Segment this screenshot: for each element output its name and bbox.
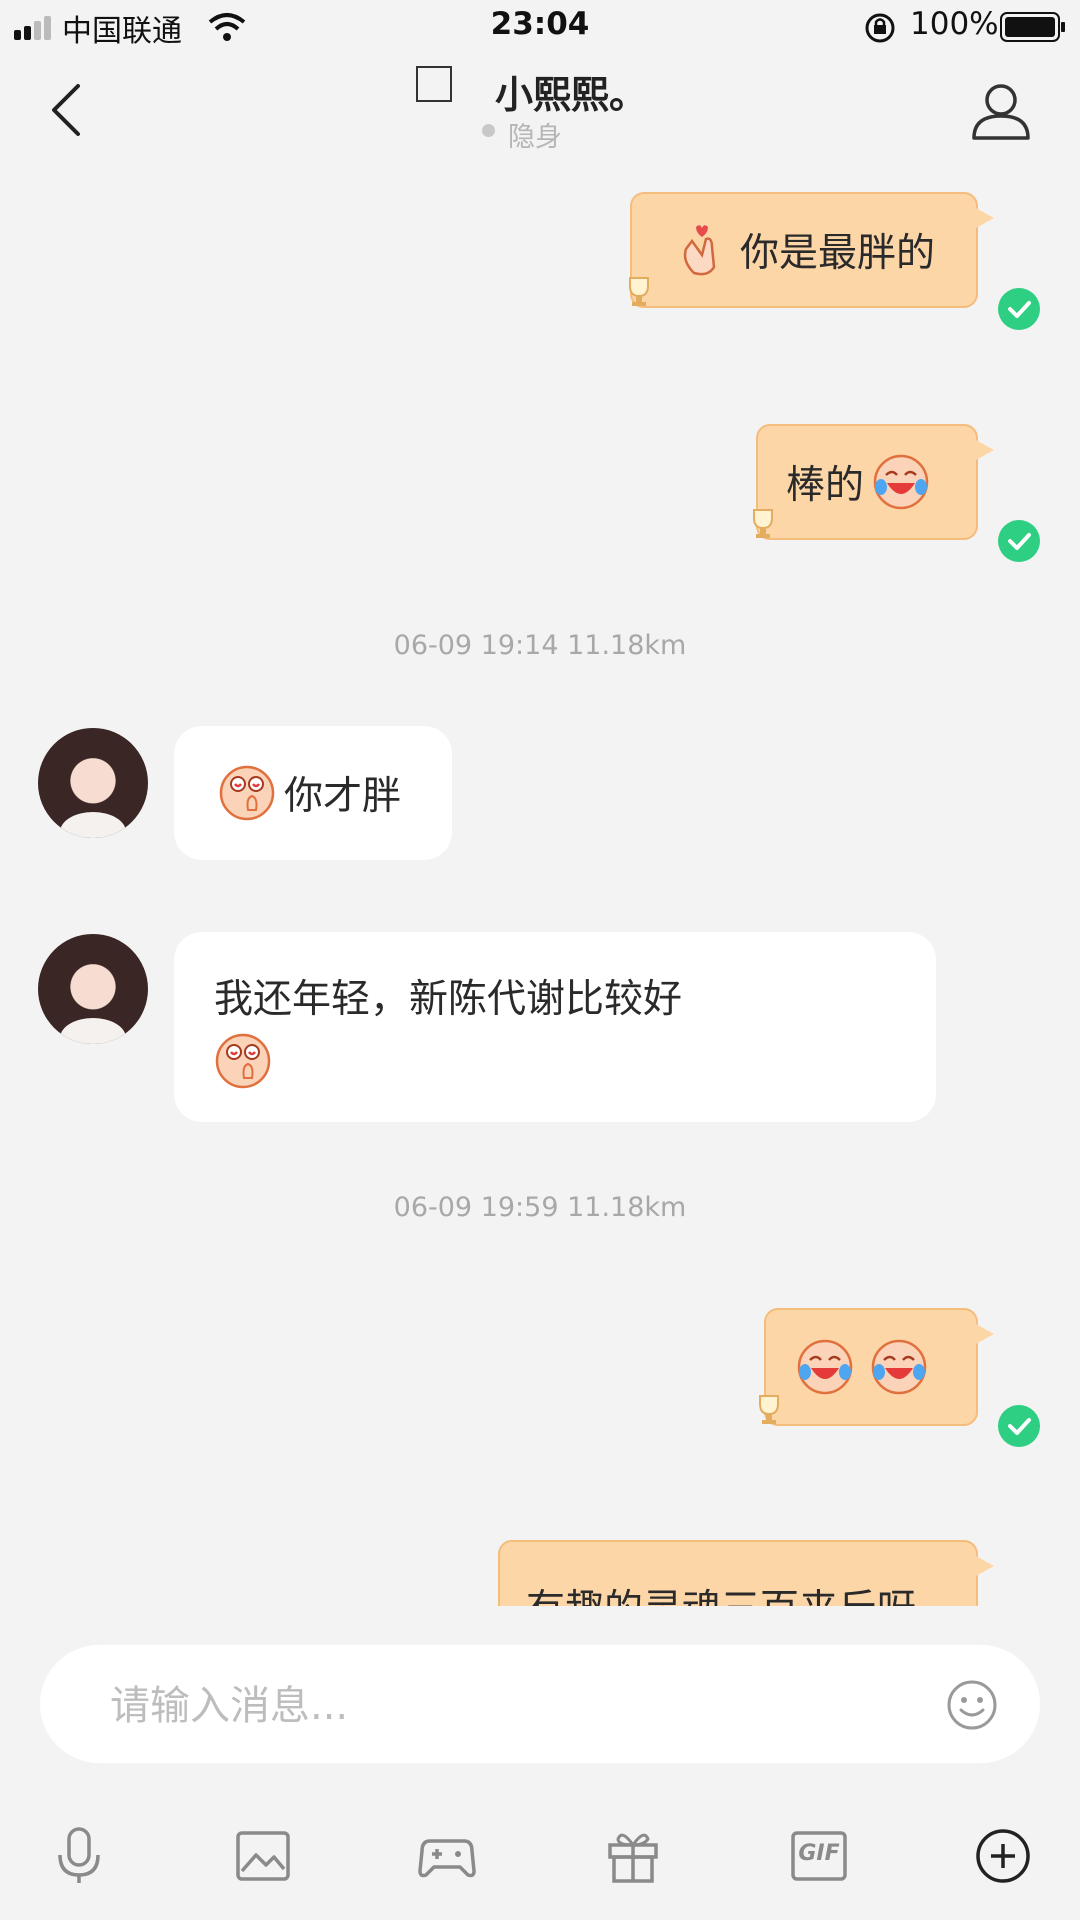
gif-button[interactable]: GIF — [788, 1825, 850, 1887]
trophy-icon — [759, 1395, 779, 1424]
profile-icon[interactable] — [970, 80, 1032, 142]
laughing-crying-emoji-icon — [873, 454, 929, 510]
checkbox-icon — [416, 66, 452, 102]
image-icon[interactable] — [232, 1825, 294, 1887]
back-icon[interactable] — [46, 82, 86, 138]
message-bubble-outgoing[interactable]: 棒的 — [756, 424, 994, 540]
finger-heart-emoji-icon — [683, 225, 716, 276]
read-check-icon — [998, 288, 1040, 330]
message-text: 我还年轻，新陈代谢比较好 — [214, 977, 683, 1022]
message-bubble-outgoing[interactable]: 你是最胖的 — [630, 192, 994, 308]
message-bubble-outgoing[interactable]: 有趣的灵魂三百来斤呀 — [498, 1540, 994, 1606]
laughing-crying-emoji-icon — [871, 1339, 927, 1395]
message-timestamp: 06-09 19:59 11.18km — [393, 1192, 687, 1223]
heart-eyes-emoji-icon — [215, 1033, 271, 1089]
message-text: 你是最胖的 — [740, 231, 936, 276]
message-timestamp: 06-09 19:14 11.18km — [393, 630, 687, 661]
presence-status: 隐身 — [508, 122, 562, 153]
gift-icon[interactable] — [602, 1825, 664, 1887]
message-bubble-incoming[interactable]: 我还年轻，新陈代谢比较好 — [174, 932, 936, 1122]
message-text: 有趣的灵魂三百来斤呀 — [526, 1578, 916, 1606]
battery-icon — [1000, 12, 1065, 42]
plus-icon[interactable] — [972, 1825, 1034, 1887]
message-text: 你才胖 — [284, 774, 402, 819]
message-input-placeholder: 请输入消息... — [110, 1683, 349, 1729]
read-check-icon — [998, 520, 1040, 562]
presence-dot — [482, 124, 495, 137]
message-list-clip: 有趣的灵魂三百来斤呀 — [0, 1500, 1080, 1606]
laughing-crying-emoji-icon — [797, 1339, 853, 1395]
emoji-picker-icon[interactable] — [946, 1679, 998, 1731]
game-controller-icon[interactable] — [416, 1825, 478, 1887]
gif-label: GIF — [798, 1841, 840, 1866]
trophy-icon — [753, 509, 773, 538]
status-bar: 中国联通 23:04 100% — [0, 0, 1080, 56]
avatar[interactable] — [38, 934, 148, 1044]
heart-eyes-emoji-icon — [219, 765, 275, 821]
microphone-icon[interactable] — [48, 1825, 110, 1887]
message-input[interactable]: 请输入消息... — [40, 1645, 1040, 1763]
message-text: 棒的 — [786, 463, 865, 508]
read-check-icon — [998, 1405, 1040, 1447]
message-bubble-outgoing[interactable] — [764, 1308, 994, 1426]
rotation-lock-icon — [865, 13, 895, 43]
trophy-icon — [629, 277, 649, 306]
message-bubble-incoming[interactable]: 你才胖 — [174, 726, 452, 860]
chat-title: 小熙熙。 — [495, 73, 648, 117]
battery-percent: 100% — [910, 6, 999, 42]
avatar[interactable] — [38, 728, 148, 838]
